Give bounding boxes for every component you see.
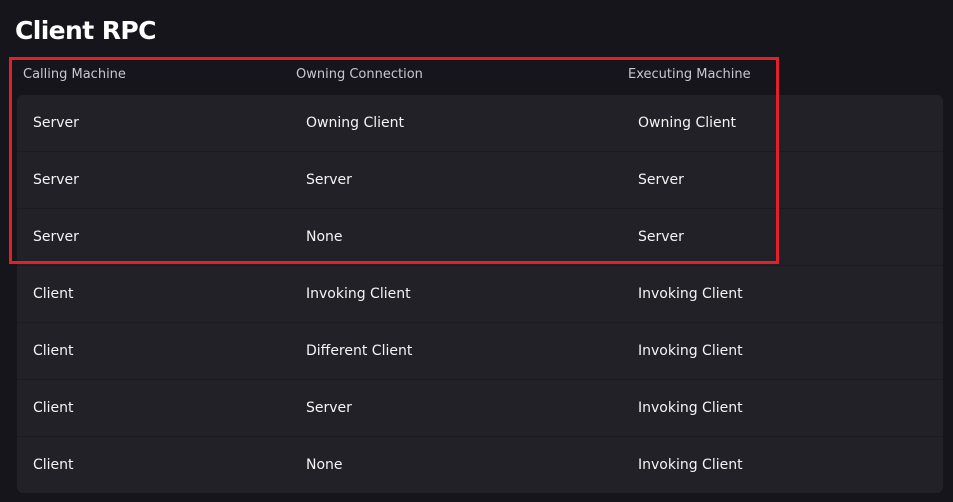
cell-executing-machine: Invoking Client: [638, 457, 743, 473]
cell-calling-machine: Client: [33, 286, 74, 302]
column-header-calling-machine: Calling Machine: [23, 67, 126, 82]
cell-calling-machine: Client: [33, 400, 74, 416]
cell-owning-connection: Server: [306, 400, 352, 416]
cell-calling-machine: Client: [33, 343, 74, 359]
cell-owning-connection: Owning Client: [306, 115, 404, 131]
cell-owning-connection: Invoking Client: [306, 286, 411, 302]
table-row: Client Server Invoking Client: [17, 380, 943, 436]
table-body: Server Owning Client Owning Client Serve…: [17, 95, 943, 493]
table-row: Client None Invoking Client: [17, 437, 943, 493]
cell-calling-machine: Client: [33, 457, 74, 473]
table-row: Server Owning Client Owning Client: [17, 95, 943, 151]
cell-executing-machine: Server: [638, 229, 684, 245]
cell-calling-machine: Server: [33, 172, 79, 188]
cell-calling-machine: Server: [33, 115, 79, 131]
column-header-executing-machine: Executing Machine: [628, 67, 751, 82]
table-row: Client Different Client Invoking Client: [17, 323, 943, 379]
table-row: Server Server Server: [17, 152, 943, 208]
page-title: Client RPC: [15, 16, 156, 45]
cell-executing-machine: Invoking Client: [638, 400, 743, 416]
cell-executing-machine: Server: [638, 172, 684, 188]
cell-owning-connection: None: [306, 229, 343, 245]
table-row: Client Invoking Client Invoking Client: [17, 266, 943, 322]
table-header: Calling Machine Owning Connection Execut…: [0, 62, 953, 88]
table-row: Server None Server: [17, 209, 943, 265]
cell-calling-machine: Server: [33, 229, 79, 245]
cell-executing-machine: Owning Client: [638, 115, 736, 131]
cell-owning-connection: Server: [306, 172, 352, 188]
cell-owning-connection: None: [306, 457, 343, 473]
column-header-owning-connection: Owning Connection: [296, 67, 423, 82]
cell-executing-machine: Invoking Client: [638, 343, 743, 359]
cell-owning-connection: Different Client: [306, 343, 413, 359]
cell-executing-machine: Invoking Client: [638, 286, 743, 302]
